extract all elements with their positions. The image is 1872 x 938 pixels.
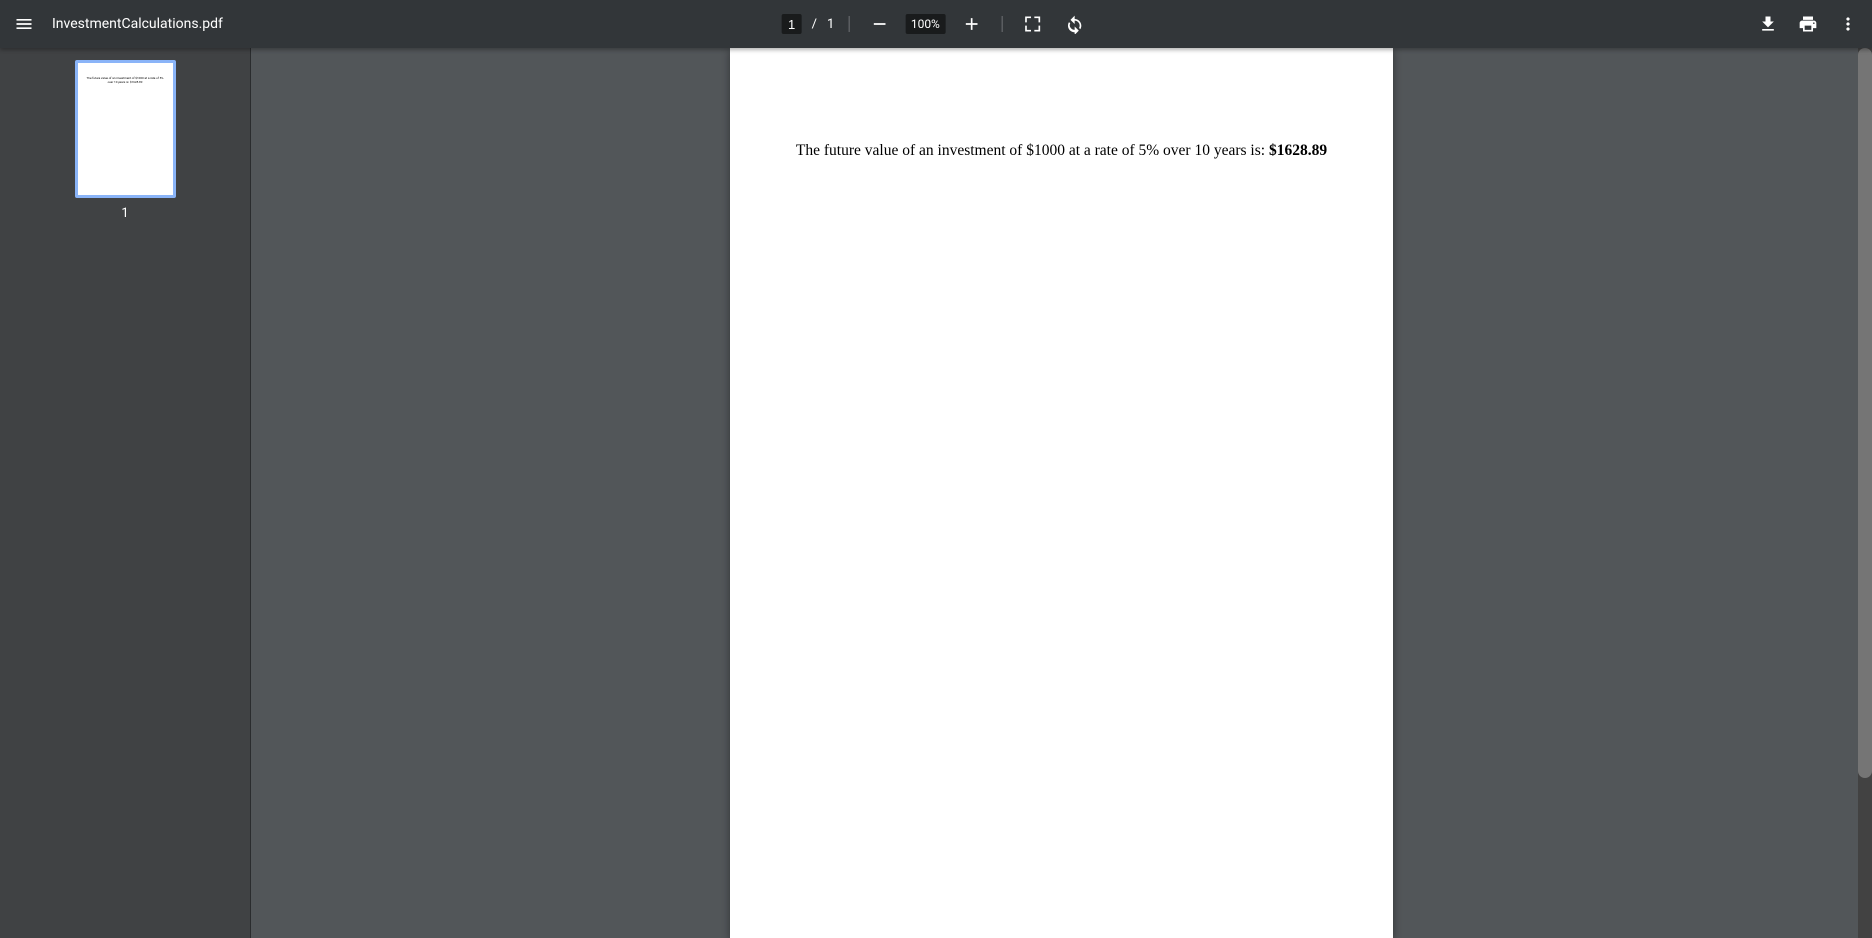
menu-icon [14, 14, 34, 34]
thumbnail-label: 1 [121, 206, 128, 221]
content-area: The future value of an investment of $10… [0, 48, 1872, 938]
thumbnail-preview-text: The future value of an investment of $10… [86, 77, 165, 84]
document-filename: InvestmentCalculations.pdf [52, 16, 223, 32]
more-options-button[interactable] [1832, 8, 1864, 40]
document-text: The future value of an investment of $10… [796, 142, 1269, 159]
page-number-input[interactable] [782, 14, 802, 34]
scrollbar-track[interactable] [1858, 48, 1872, 938]
toolbar-divider [1001, 16, 1002, 32]
page-total: 1 [827, 17, 834, 32]
fit-page-button[interactable] [1016, 8, 1048, 40]
fit-page-icon [1022, 14, 1042, 34]
toolbar-left-section: InvestmentCalculations.pdf [8, 8, 223, 40]
document-viewer[interactable]: The future value of an investment of $10… [251, 48, 1872, 938]
print-button[interactable] [1792, 8, 1824, 40]
document-value: $1628.89 [1269, 142, 1327, 159]
thumbnail-sidebar: The future value of an investment of $10… [0, 48, 251, 938]
toolbar-right-section [1752, 8, 1864, 40]
minus-icon [869, 14, 889, 34]
page-separator: / [812, 17, 817, 32]
zoom-out-button[interactable] [863, 8, 895, 40]
download-icon [1758, 14, 1778, 34]
pdf-toolbar: InvestmentCalculations.pdf / 1 100% [0, 0, 1872, 48]
document-page: The future value of an investment of $10… [730, 48, 1393, 938]
zoom-level-display[interactable]: 100% [905, 14, 945, 34]
scrollbar-thumb[interactable] [1858, 48, 1872, 778]
plus-icon [961, 14, 981, 34]
menu-button[interactable] [8, 8, 40, 40]
rotate-button[interactable] [1058, 8, 1090, 40]
zoom-in-button[interactable] [955, 8, 987, 40]
thumbnail-item[interactable]: The future value of an investment of $10… [0, 60, 250, 221]
rotate-icon [1064, 14, 1084, 34]
toolbar-divider [848, 16, 849, 32]
toolbar-center-section: / 1 100% [782, 8, 1091, 40]
print-icon [1798, 14, 1818, 34]
more-vert-icon [1838, 14, 1858, 34]
page-thumbnail[interactable]: The future value of an investment of $10… [75, 60, 176, 198]
download-button[interactable] [1752, 8, 1784, 40]
document-content: The future value of an investment of $10… [770, 140, 1353, 162]
